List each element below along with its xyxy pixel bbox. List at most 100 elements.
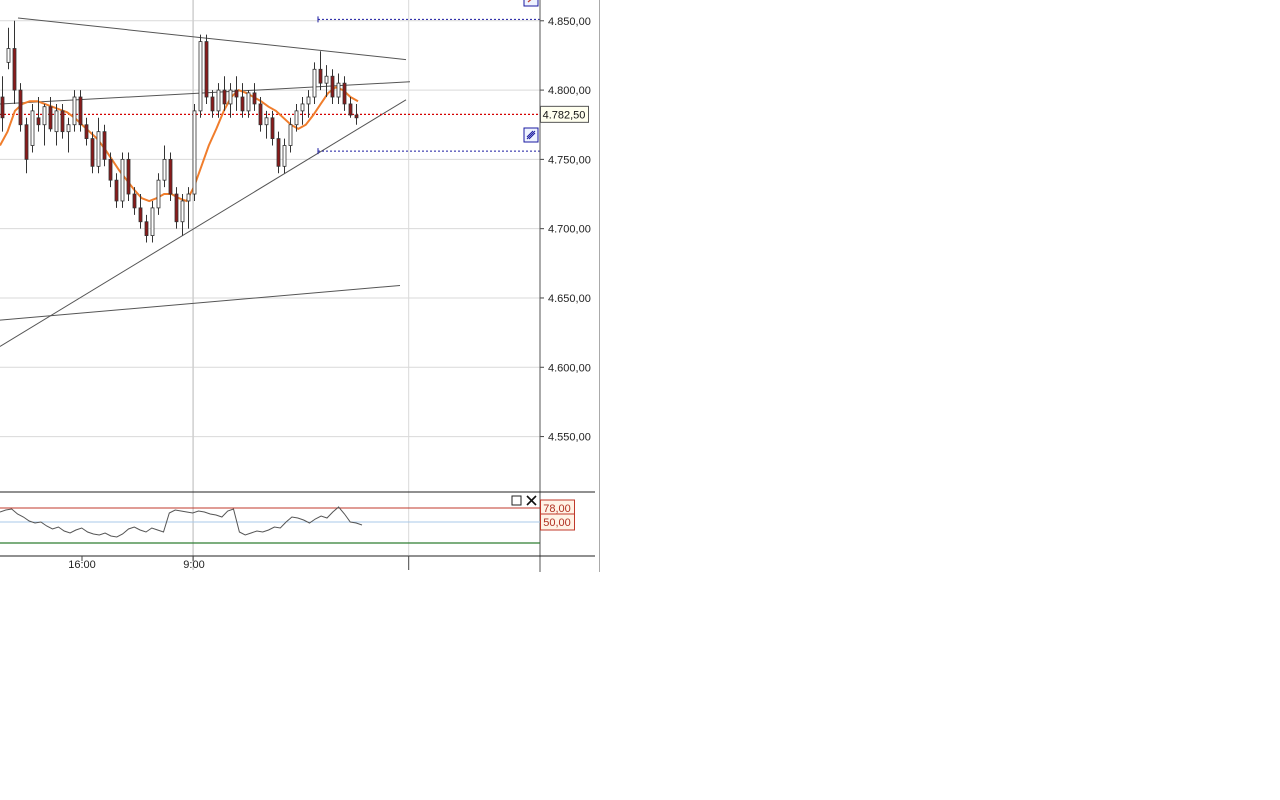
chart-window[interactable]: 4.850,00 4.800,00 4.750,00 4.700,00 4.650,00… — [0, 0, 601, 572]
candle[interactable] — [240, 83, 245, 118]
candle[interactable] — [120, 152, 125, 208]
candle-body — [306, 96, 311, 105]
candle[interactable] — [144, 214, 149, 243]
candle[interactable] — [204, 34, 209, 104]
candle-body — [120, 158, 125, 202]
drawing-layer — [0, 16, 540, 347]
candle-body — [54, 110, 59, 133]
price-tick-label: 4.600,00 — [548, 362, 591, 374]
candle[interactable] — [234, 76, 239, 111]
candle[interactable] — [162, 145, 167, 188]
candle[interactable] — [210, 90, 215, 118]
candle[interactable] — [306, 90, 311, 118]
candle-body — [282, 145, 287, 167]
candle[interactable] — [54, 103, 59, 146]
candle[interactable] — [270, 110, 275, 146]
close-icon[interactable] — [526, 495, 537, 506]
candle-body — [114, 179, 119, 202]
candle[interactable] — [114, 173, 119, 208]
candle-body — [0, 96, 5, 119]
candle[interactable] — [24, 117, 29, 174]
candle[interactable] — [174, 187, 179, 229]
candle[interactable] — [126, 152, 131, 201]
candle-body — [126, 158, 131, 195]
candle[interactable] — [276, 131, 281, 174]
candle[interactable] — [156, 173, 161, 215]
candle[interactable] — [6, 27, 11, 70]
osc-upper-tag-text: 78,00 — [543, 503, 571, 515]
candle-body — [6, 48, 11, 63]
candle-body — [252, 92, 257, 105]
candle-body — [216, 89, 221, 112]
candle[interactable] — [66, 117, 71, 153]
candle[interactable] — [150, 200, 155, 243]
candle-body — [66, 124, 71, 133]
drawing-tool-icon[interactable] — [523, 127, 539, 143]
candle[interactable] — [318, 51, 323, 91]
candlestick-chart[interactable]: 4.850,00 4.800,00 4.750,00 4.700,00 4.650,00… — [0, 0, 601, 572]
candle[interactable] — [330, 69, 335, 104]
candle-body — [78, 96, 83, 126]
grid-layer — [0, 0, 540, 570]
candle[interactable] — [336, 73, 341, 104]
candle-body — [42, 106, 47, 126]
candle[interactable] — [42, 103, 47, 146]
candle[interactable] — [0, 76, 5, 132]
candle-body — [336, 82, 341, 98]
candle[interactable] — [84, 117, 89, 146]
candle-body — [132, 193, 137, 209]
candle[interactable] — [252, 83, 257, 111]
candle-body — [294, 110, 299, 126]
candle[interactable] — [192, 103, 197, 201]
candle[interactable] — [264, 110, 269, 139]
candle[interactable] — [342, 76, 347, 111]
axis-layer: 4.850,00 4.800,00 4.750,00 4.700,00 4.650,00… — [0, 0, 601, 572]
upper-trendline[interactable] — [17, 17, 407, 61]
candle[interactable] — [138, 194, 143, 229]
candle-body — [12, 48, 17, 91]
candle-body — [210, 96, 215, 112]
candle[interactable] — [198, 34, 203, 118]
candle-body — [102, 131, 107, 160]
candle[interactable] — [312, 62, 317, 104]
candle-body — [108, 158, 113, 181]
candle-body — [180, 200, 185, 223]
last-price-tag-text: 4.782,50 — [543, 109, 586, 121]
candle[interactable] — [18, 83, 23, 132]
candle[interactable] — [348, 97, 353, 118]
candle-body — [138, 207, 143, 223]
candle[interactable] — [282, 138, 287, 174]
candle-body — [270, 117, 275, 139]
drawing-tool-frame — [523, 0, 539, 7]
panel-controls — [511, 0, 539, 506]
candle-body — [192, 110, 197, 195]
candle[interactable] — [48, 97, 53, 132]
candle[interactable] — [168, 152, 173, 201]
candle[interactable] — [72, 90, 77, 132]
candle[interactable] — [102, 124, 107, 167]
candle[interactable] — [228, 83, 233, 118]
candle-body — [168, 158, 173, 195]
candle[interactable] — [90, 131, 95, 174]
candle[interactable] — [216, 83, 221, 118]
candle[interactable] — [246, 90, 251, 118]
drawing-tool-icon[interactable] — [523, 0, 539, 7]
candle-body — [228, 89, 233, 105]
price-tick-label: 4.550,00 — [548, 432, 591, 444]
square-icon[interactable] — [511, 495, 522, 506]
price-tick-label: 4.800,00 — [548, 85, 591, 97]
candle-body — [150, 207, 155, 237]
candle-body — [324, 75, 329, 84]
osc-mid-tag: 50,00 — [540, 513, 575, 531]
candle[interactable] — [300, 97, 305, 125]
candle-body — [258, 103, 263, 126]
rising-support-trendline[interactable] — [0, 99, 407, 347]
candle-body — [18, 89, 23, 126]
time-tick-label: 16:00 — [68, 559, 96, 571]
candle[interactable] — [30, 103, 35, 153]
candle[interactable] — [96, 117, 101, 174]
candle[interactable] — [12, 20, 17, 104]
candles-layer — [0, 20, 359, 243]
lower-trendline[interactable] — [0, 285, 401, 321]
candle-body — [204, 41, 209, 98]
